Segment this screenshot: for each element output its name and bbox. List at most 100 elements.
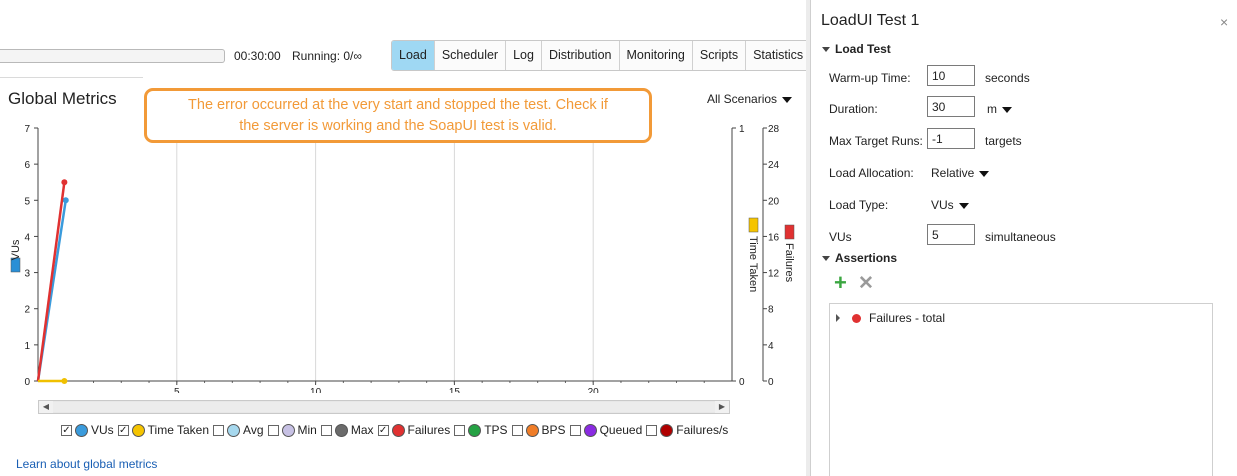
- legend-item[interactable]: TPS: [454, 423, 508, 437]
- right1-tick-label: 1: [739, 124, 745, 135]
- legend-label: VUs: [91, 423, 114, 437]
- data-point: [61, 179, 68, 186]
- legend-checkbox[interactable]: [267, 424, 279, 436]
- right2-tick-label: 8: [768, 305, 774, 316]
- global-metrics-chart: 5 10 15 2001234567010481216202428VUs Time Ta…: [10, 124, 795, 393]
- x-tick-label: 5: [174, 387, 180, 393]
- right1-tick-label: 0: [739, 377, 745, 388]
- legend-color-icon: [525, 423, 539, 437]
- scenario-dropdown-label: All Scenarios: [707, 92, 778, 106]
- legend-color-icon: [583, 423, 597, 437]
- legend-color-icon: [334, 423, 348, 437]
- data-point: [62, 197, 69, 204]
- right2-tick-label: 4: [768, 341, 774, 352]
- left-tick-label: 6: [24, 160, 30, 171]
- legend-checkbox[interactable]: [569, 424, 581, 436]
- legend-color-icon: [131, 423, 145, 437]
- callout-line-2: the server is working and the SoapUI tes…: [239, 118, 557, 134]
- learn-global-metrics-link[interactable]: Learn about global metrics: [16, 457, 157, 471]
- legend-checkbox[interactable]: [213, 424, 225, 436]
- left-axis-label: VUs: [10, 239, 22, 260]
- warmup-unit: seconds: [985, 71, 1030, 85]
- series-line-failures: [36, 182, 66, 382]
- tab-statistics[interactable]: Statistics: [746, 41, 810, 70]
- vus-unit: simultaneous: [985, 230, 1056, 244]
- left-tick-label: 7: [24, 124, 30, 135]
- max-runs-label: Max Target Runs:: [829, 134, 923, 148]
- timer-display: 00:30:00: [234, 49, 281, 63]
- right2-tick-label: 16: [768, 232, 780, 243]
- chevron-down-icon: [958, 202, 969, 209]
- legend-checkbox[interactable]: ✓: [377, 424, 389, 436]
- section-label: Assertions: [835, 251, 898, 265]
- error-callout: The error occurred at the very start and…: [144, 88, 652, 143]
- tab-load[interactable]: Load: [392, 41, 435, 70]
- chevron-down-icon: [1002, 106, 1012, 113]
- load-type-dropdown[interactable]: VUs: [931, 198, 969, 212]
- legend-item[interactable]: ✓ Time Taken: [117, 423, 210, 437]
- legend-item[interactable]: Failures/s: [646, 423, 728, 437]
- tab-monitoring[interactable]: Monitoring: [620, 41, 693, 70]
- duration-input[interactable]: 30: [927, 96, 975, 117]
- max-runs-input[interactable]: -1: [927, 128, 975, 149]
- chart-axes: [10, 127, 795, 385]
- load-type-label: Load Type:: [829, 198, 889, 212]
- failures-axis-swatch: [784, 224, 795, 240]
- legend-label: Time Taken: [147, 423, 210, 437]
- close-icon[interactable]: ×: [1220, 14, 1228, 30]
- tab-scripts[interactable]: Scripts: [693, 41, 747, 70]
- legend-label: Queued: [599, 423, 643, 437]
- progress-bar: [0, 49, 225, 63]
- legend-label: Max: [350, 423, 374, 437]
- legend-checkbox[interactable]: [320, 424, 332, 436]
- tab-log[interactable]: Log: [506, 41, 542, 70]
- list-item[interactable]: Failures - total: [836, 311, 945, 325]
- callout-line-1: The error occurred at the very start and…: [188, 97, 608, 113]
- duration-unit-dropdown[interactable]: m: [987, 102, 1012, 116]
- duration-label: Duration:: [829, 102, 878, 116]
- warmup-input[interactable]: 10: [927, 65, 975, 86]
- expand-icon[interactable]: [836, 314, 840, 322]
- data-point: [61, 378, 68, 384]
- legend-color-icon: [468, 423, 482, 437]
- legend-color-icon: [75, 423, 88, 437]
- vus-input[interactable]: 5: [927, 224, 975, 245]
- collapse-icon: [822, 47, 830, 53]
- scroll-right-icon[interactable]: ▶: [715, 401, 729, 413]
- legend-color-icon: [391, 423, 405, 437]
- scenario-dropdown[interactable]: All Scenarios: [707, 92, 793, 106]
- tab-scheduler[interactable]: Scheduler: [435, 41, 507, 70]
- chart-scrollbar[interactable]: ◀ ▶: [38, 400, 730, 414]
- tab-distribution[interactable]: Distribution: [542, 41, 620, 70]
- tab-bar: Load Scheduler Log Distribution Monitori…: [391, 40, 812, 71]
- legend-color-icon: [227, 423, 241, 437]
- load-allocation-dropdown[interactable]: Relative: [931, 166, 990, 180]
- load-test-section-header[interactable]: Load Test: [822, 42, 891, 56]
- section-label: Load Test: [835, 42, 891, 56]
- assertions-section-header[interactable]: Assertions: [822, 251, 897, 265]
- legend-item[interactable]: Avg: [213, 423, 264, 437]
- scroll-thumb[interactable]: [53, 402, 715, 412]
- legend-checkbox[interactable]: ✓: [117, 424, 129, 436]
- legend-item[interactable]: ✓ VUs: [61, 423, 114, 437]
- right2-tick-label: 28: [768, 124, 780, 135]
- x-tick-label: 20: [588, 387, 600, 393]
- legend-label: TPS: [484, 423, 508, 437]
- legend-label: Failures: [407, 423, 451, 437]
- properties-panel: LoadUI Test 1 × Load Test Warm-up Time: …: [810, 0, 1237, 476]
- legend-label: Failures/s: [676, 423, 729, 437]
- legend-checkbox[interactable]: [454, 424, 466, 436]
- add-assertion-icon[interactable]: +: [834, 272, 847, 294]
- legend-item[interactable]: Queued: [569, 423, 643, 437]
- legend-checkbox[interactable]: [511, 424, 523, 436]
- scroll-left-icon[interactable]: ◀: [39, 401, 53, 413]
- delete-assertion-icon[interactable]: ✕: [858, 273, 874, 295]
- legend-checkbox[interactable]: [646, 424, 658, 436]
- legend-item[interactable]: BPS: [511, 423, 566, 437]
- left-tick-label: 2: [24, 305, 30, 316]
- legend-item[interactable]: Min: [267, 423, 317, 437]
- legend-item[interactable]: ✓ Failures: [377, 423, 451, 437]
- left-tick-label: 1: [24, 341, 30, 352]
- legend-item[interactable]: Max: [320, 423, 374, 437]
- legend-checkbox[interactable]: ✓: [61, 424, 72, 436]
